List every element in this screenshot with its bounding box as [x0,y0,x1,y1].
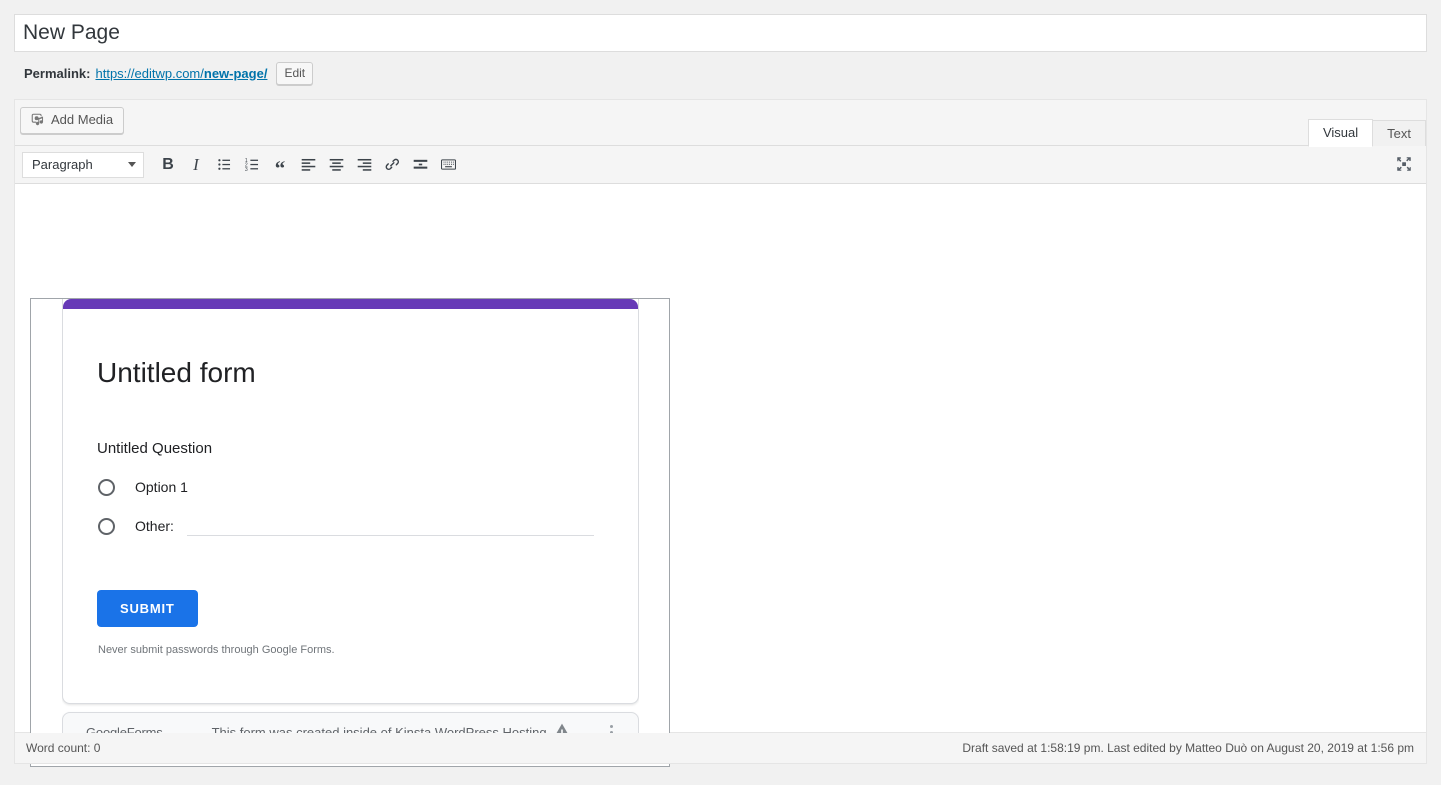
form-password-note: Never submit passwords through Google Fo… [63,627,638,656]
form-submit-button[interactable]: SUBMIT [97,590,198,627]
permalink-row: Permalink: https://editwp.com/new-page/ … [24,62,313,84]
link-icon [384,156,401,173]
form-accent-bar [63,299,638,309]
svg-text:3: 3 [244,167,247,173]
form-option-other[interactable]: Other: [63,518,638,535]
numbered-list-button[interactable]: 1 2 3 [238,151,266,179]
keyboard-shortcuts-button[interactable] [434,151,462,179]
distraction-free-writing-button[interactable] [1390,151,1418,179]
permalink-url-slug: new-page/ [204,66,268,81]
google-form-card: Untitled form Untitled Question Option 1… [62,299,639,704]
editor-content-area[interactable]: Untitled form Untitled Question Option 1… [15,184,1426,732]
editor-mode-tabs: Visual Text [1309,107,1426,146]
align-left-icon [300,156,317,173]
permalink-label: Permalink: [24,66,90,81]
align-right-icon [356,156,373,173]
editor-toolbar: Paragraph B I 1 2 3 [15,146,1426,184]
bulleted-list-icon [216,156,233,173]
italic-button[interactable]: I [182,151,210,179]
align-left-button[interactable] [294,151,322,179]
permalink-link[interactable]: https://editwp.com/new-page/ [95,66,267,81]
editor-status-bar: Word count: 0 Draft saved at 1:58:19 pm.… [14,733,1427,764]
google-form-embed: Untitled form Untitled Question Option 1… [62,299,639,751]
editor-container: Add Media Visual Text Paragraph B I [14,99,1427,733]
add-media-button[interactable]: Add Media [20,107,124,134]
bulleted-list-button[interactable] [210,151,238,179]
editor-media-bar: Add Media Visual Text [15,100,1426,146]
align-center-button[interactable] [322,151,350,179]
insert-link-button[interactable] [378,151,406,179]
post-title-field[interactable] [14,14,1427,52]
form-option-1[interactable]: Option 1 [63,479,638,496]
paragraph-style-value: Paragraph [32,157,93,172]
tab-visual[interactable]: Visual [1308,119,1373,147]
word-count-label: Word count: 0 [26,741,100,755]
form-option-1-label: Option 1 [135,479,188,495]
post-title-input[interactable] [15,15,1426,51]
form-question-title: Untitled Question [63,390,638,457]
add-media-label: Add Media [51,111,113,129]
edit-permalink-button[interactable]: Edit [276,62,313,85]
blockquote-button[interactable]: “ [266,151,294,179]
media-icon [29,111,47,129]
chevron-down-icon [128,162,136,167]
embedded-form-block[interactable]: Untitled form Untitled Question Option 1… [30,298,670,767]
align-right-button[interactable] [350,151,378,179]
numbered-list-icon: 1 2 3 [244,156,261,173]
tab-text[interactable]: Text [1372,120,1426,147]
autosave-status-label: Draft saved at 1:58:19 pm. Last edited b… [962,741,1414,755]
radio-icon[interactable] [98,479,115,496]
radio-icon[interactable] [98,518,115,535]
read-more-icon [412,156,429,173]
read-more-button[interactable] [406,151,434,179]
paragraph-style-select[interactable]: Paragraph [22,152,144,178]
fullscreen-expand-icon [1395,155,1413,176]
other-text-input[interactable] [187,535,594,536]
permalink-url-prefix: https://editwp.com/ [95,66,203,81]
align-center-icon [328,156,345,173]
form-title: Untitled form [63,309,638,390]
form-option-other-label: Other: [135,518,174,534]
wordpress-classic-editor: Permalink: https://editwp.com/new-page/ … [0,0,1441,785]
bold-button[interactable]: B [154,151,182,179]
keyboard-icon [440,156,457,173]
